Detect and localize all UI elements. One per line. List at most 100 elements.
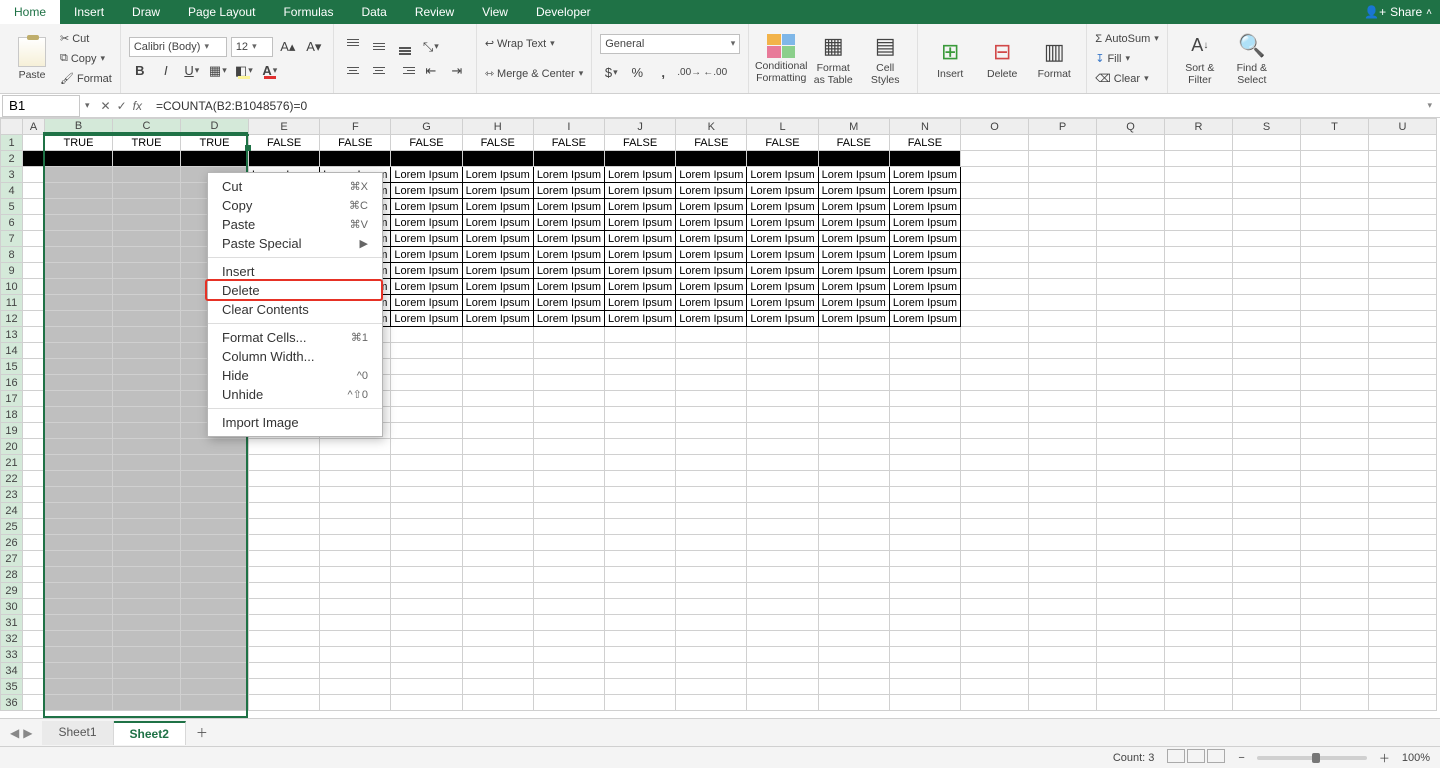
cell-B13[interactable] — [45, 327, 113, 343]
cell-Q5[interactable] — [1097, 199, 1165, 215]
cell-D35[interactable] — [181, 679, 249, 695]
cell-K25[interactable] — [676, 519, 747, 535]
format-cells-button[interactable]: ▥Format — [1030, 28, 1078, 90]
cell-M34[interactable] — [818, 663, 889, 679]
cell-J28[interactable] — [605, 567, 676, 583]
cell-F31[interactable] — [320, 615, 391, 631]
cell-S19[interactable] — [1233, 423, 1301, 439]
cell-I18[interactable] — [533, 407, 604, 423]
cell-P4[interactable] — [1029, 183, 1097, 199]
cell-C8[interactable] — [113, 247, 181, 263]
cell-H3[interactable]: Lorem Ipsum — [462, 167, 533, 183]
row-header-17[interactable]: 17 — [1, 391, 23, 407]
cell-L23[interactable] — [747, 487, 818, 503]
cell-H14[interactable] — [462, 343, 533, 359]
cell-T28[interactable] — [1301, 567, 1369, 583]
cell-B19[interactable] — [45, 423, 113, 439]
cell-T5[interactable] — [1301, 199, 1369, 215]
cell-R11[interactable] — [1165, 295, 1233, 311]
row-header-34[interactable]: 34 — [1, 663, 23, 679]
cell-R22[interactable] — [1165, 471, 1233, 487]
cell-O9[interactable] — [961, 263, 1029, 279]
cell-O31[interactable] — [961, 615, 1029, 631]
cell-J10[interactable]: Lorem Ipsum — [605, 279, 676, 295]
cell-P3[interactable] — [1029, 167, 1097, 183]
cell-C24[interactable] — [113, 503, 181, 519]
cell-B1[interactable]: TRUE — [45, 135, 113, 151]
cell-B28[interactable] — [45, 567, 113, 583]
cell-A1[interactable] — [23, 135, 45, 151]
zoom-level[interactable]: 100% — [1402, 752, 1430, 764]
cell-G3[interactable]: Lorem Ipsum — [391, 167, 462, 183]
cell-D23[interactable] — [181, 487, 249, 503]
cell-G20[interactable] — [391, 439, 462, 455]
merge-center-button[interactable]: ⇿Merge & Center▾ — [485, 65, 583, 83]
cell-C30[interactable] — [113, 599, 181, 615]
ribbon-tab-home[interactable]: Home — [0, 0, 60, 24]
cell-A23[interactable] — [23, 487, 45, 503]
ctx-paste-special[interactable]: Paste Special▶ — [208, 234, 382, 253]
cell-S3[interactable] — [1233, 167, 1301, 183]
cell-O10[interactable] — [961, 279, 1029, 295]
cell-K29[interactable] — [676, 583, 747, 599]
cell-Q19[interactable] — [1097, 423, 1165, 439]
format-painter-button[interactable]: 🖌Format — [60, 70, 112, 88]
cell-I3[interactable]: Lorem Ipsum — [533, 167, 604, 183]
cell-D32[interactable] — [181, 631, 249, 647]
cell-P20[interactable] — [1029, 439, 1097, 455]
cell-D25[interactable] — [181, 519, 249, 535]
column-header-D[interactable]: D — [181, 119, 249, 135]
row-header-35[interactable]: 35 — [1, 679, 23, 695]
cell-Q13[interactable] — [1097, 327, 1165, 343]
row-header-24[interactable]: 24 — [1, 503, 23, 519]
row-header-31[interactable]: 31 — [1, 615, 23, 631]
cell-I27[interactable] — [533, 551, 604, 567]
cell-L15[interactable] — [747, 359, 818, 375]
cell-N19[interactable] — [889, 423, 960, 439]
cell-J32[interactable] — [605, 631, 676, 647]
cell-J29[interactable] — [605, 583, 676, 599]
cell-K36[interactable] — [676, 695, 747, 711]
cell-I9[interactable]: Lorem Ipsum — [533, 263, 604, 279]
number-format-select[interactable]: General▾ — [600, 34, 740, 54]
cell-T22[interactable] — [1301, 471, 1369, 487]
cell-A24[interactable] — [23, 503, 45, 519]
align-right-icon[interactable] — [394, 60, 416, 82]
cell-B10[interactable] — [45, 279, 113, 295]
cell-U1[interactable] — [1369, 135, 1437, 151]
cell-B7[interactable] — [45, 231, 113, 247]
cell-U4[interactable] — [1369, 183, 1437, 199]
cell-C31[interactable] — [113, 615, 181, 631]
increase-decimal-icon[interactable]: .00→ — [678, 62, 700, 84]
zoom-slider[interactable] — [1257, 756, 1367, 760]
cell-R2[interactable] — [1165, 151, 1233, 167]
cell-U12[interactable] — [1369, 311, 1437, 327]
cell-F1[interactable]: FALSE — [320, 135, 391, 151]
cell-B22[interactable] — [45, 471, 113, 487]
cell-G1[interactable]: FALSE — [391, 135, 462, 151]
cell-U13[interactable] — [1369, 327, 1437, 343]
cell-I24[interactable] — [533, 503, 604, 519]
cell-T1[interactable] — [1301, 135, 1369, 151]
cell-N6[interactable]: Lorem Ipsum — [889, 215, 960, 231]
cell-J12[interactable]: Lorem Ipsum — [605, 311, 676, 327]
cell-G12[interactable]: Lorem Ipsum — [391, 311, 462, 327]
cell-P19[interactable] — [1029, 423, 1097, 439]
cell-E1[interactable]: FALSE — [249, 135, 320, 151]
cell-P18[interactable] — [1029, 407, 1097, 423]
cell-O22[interactable] — [961, 471, 1029, 487]
cell-E2[interactable] — [249, 151, 320, 167]
cell-P7[interactable] — [1029, 231, 1097, 247]
cell-K11[interactable]: Lorem Ipsum — [676, 295, 747, 311]
find-select-button[interactable]: 🔍Find & Select — [1228, 28, 1276, 90]
cell-F27[interactable] — [320, 551, 391, 567]
cell-L4[interactable]: Lorem Ipsum — [747, 183, 818, 199]
cell-O32[interactable] — [961, 631, 1029, 647]
cell-B9[interactable] — [45, 263, 113, 279]
cell-J15[interactable] — [605, 359, 676, 375]
cell-C35[interactable] — [113, 679, 181, 695]
cell-O3[interactable] — [961, 167, 1029, 183]
cell-D26[interactable] — [181, 535, 249, 551]
cell-C33[interactable] — [113, 647, 181, 663]
cell-R29[interactable] — [1165, 583, 1233, 599]
